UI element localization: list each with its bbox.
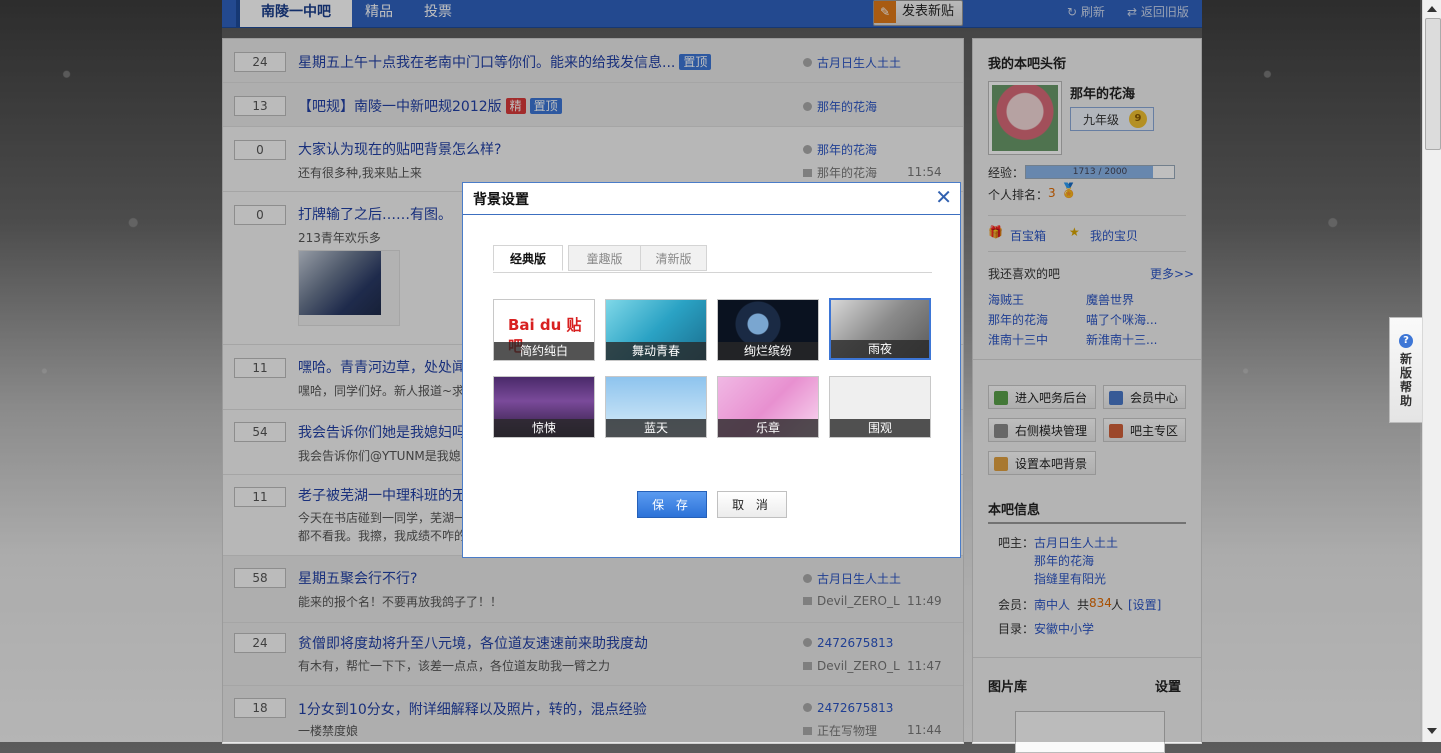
dialog-header: 背景设置 ✕: [463, 183, 960, 215]
scroll-thumb[interactable]: [1425, 18, 1441, 150]
tab-fresh[interactable]: 清新版: [640, 245, 707, 271]
help-icon: ?: [1399, 334, 1413, 348]
skin-caption: 蓝天: [606, 419, 706, 437]
skin-onlooker[interactable]: 围观: [829, 376, 931, 438]
background-settings-dialog: 背景设置 ✕ 经典版 童趣版 清新版 Bai du 贴吧 简约纯白 舞动青春 绚…: [462, 182, 961, 558]
skin-caption: 围观: [830, 419, 930, 437]
page-scrollbar[interactable]: [1422, 0, 1441, 742]
skin-caption: 简约纯白: [494, 342, 594, 360]
tab-classic[interactable]: 经典版: [493, 245, 563, 271]
new-version-help-tab[interactable]: ? 新版帮助: [1389, 317, 1422, 423]
tab-kids[interactable]: 童趣版: [568, 245, 641, 271]
skin-caption: 乐章: [718, 419, 818, 437]
skin-caption: 舞动青春: [606, 342, 706, 360]
scroll-down-icon[interactable]: [1427, 728, 1437, 734]
help-label: 新版帮助: [1400, 352, 1413, 408]
skin-horror[interactable]: 惊悚: [493, 376, 595, 438]
save-button[interactable]: 保 存: [637, 491, 707, 518]
skin-music[interactable]: 乐章: [717, 376, 819, 438]
skin-caption: 惊悚: [494, 419, 594, 437]
tab-divider: [493, 272, 932, 273]
close-icon[interactable]: ✕: [935, 185, 952, 209]
skin-youth[interactable]: 舞动青春: [605, 299, 707, 361]
skin-caption: 绚烂缤纷: [718, 342, 818, 360]
skin-caption: 雨夜: [831, 340, 929, 358]
skin-rainy-night[interactable]: 雨夜: [829, 298, 931, 360]
skin-colorful[interactable]: 绚烂缤纷: [717, 299, 819, 361]
scroll-up-icon[interactable]: [1427, 6, 1437, 12]
dialog-title: 背景设置: [473, 192, 529, 208]
skin-simple-white[interactable]: Bai du 贴吧 简约纯白: [493, 299, 595, 361]
cancel-button[interactable]: 取 消: [717, 491, 787, 518]
skin-blue-sky[interactable]: 蓝天: [605, 376, 707, 438]
